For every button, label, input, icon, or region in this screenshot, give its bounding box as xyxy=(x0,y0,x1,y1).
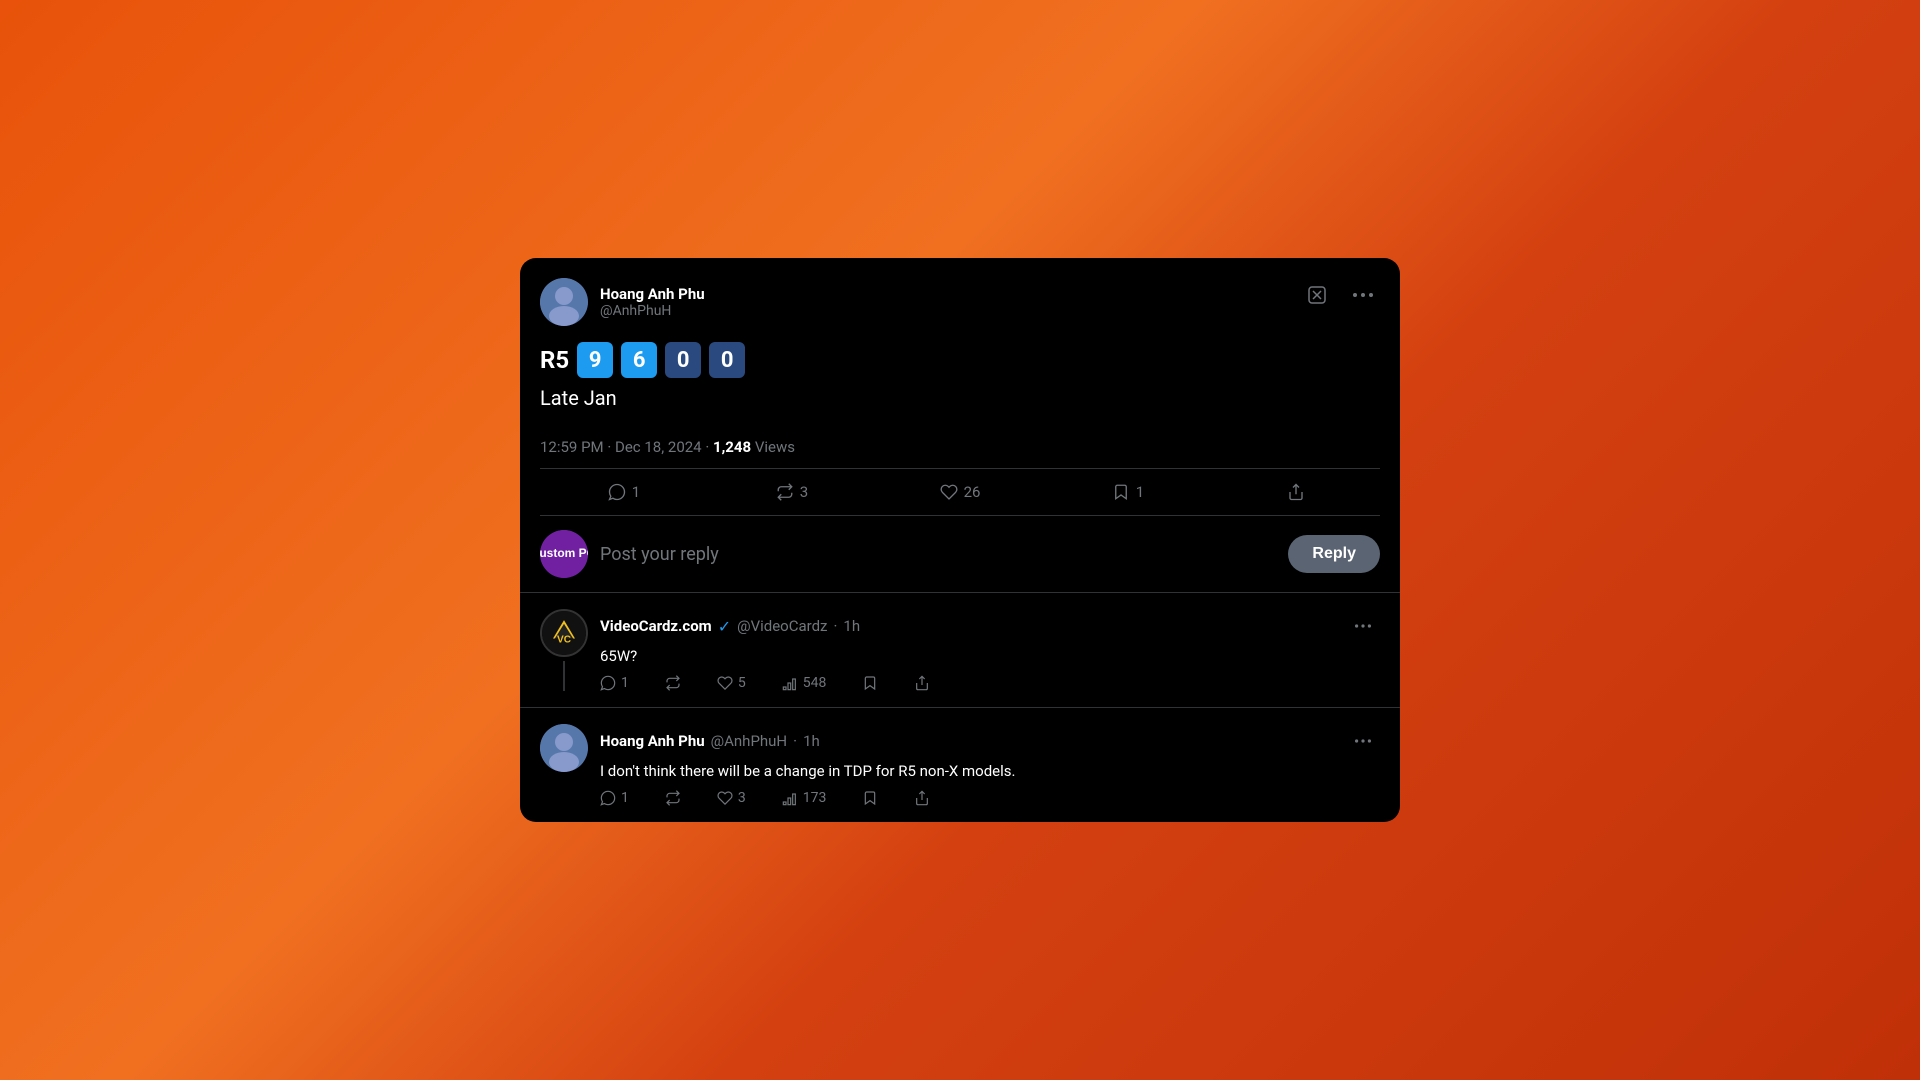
reply-box: custom PC Post your reply Reply xyxy=(520,516,1400,593)
hap-time: 1h xyxy=(803,732,820,750)
digit-0a: 0 xyxy=(665,342,701,378)
hap-more-btn[interactable] xyxy=(1346,724,1380,758)
tweet-card: Hoang Anh Phu @AnhPhuH xyxy=(520,258,1400,822)
bookmark-count: 1 xyxy=(1136,483,1144,501)
share-stat[interactable] xyxy=(1212,473,1380,511)
reply-author-info-vc: VideoCardz.com ✓ @VideoCardz · 1h xyxy=(600,617,860,636)
r5-label: R5 xyxy=(540,346,569,374)
digit-0b: 0 xyxy=(709,342,745,378)
tweet-content: R5 9 6 0 0 Late Jan xyxy=(540,342,1380,410)
reply-header-vc: VideoCardz.com ✓ @VideoCardz · 1h xyxy=(600,609,1380,643)
vc-more-btn[interactable] xyxy=(1346,609,1380,643)
hap-reply-stats: 1 3 xyxy=(600,790,1380,806)
videocardz-avatar: VC xyxy=(540,609,588,657)
main-tweet: Hoang Anh Phu @AnhPhuH xyxy=(520,258,1400,516)
hap-handle: @AnhPhuH xyxy=(711,732,788,750)
reply-input-placeholder[interactable]: Post your reply xyxy=(600,544,1276,565)
vc-time: 1h xyxy=(843,617,860,635)
vc-like-num: 5 xyxy=(738,675,746,691)
hap-author-name: Hoang Anh Phu xyxy=(600,732,705,750)
hap-share[interactable] xyxy=(914,790,930,806)
hap-like-num: 3 xyxy=(738,790,746,806)
dot-separator: · xyxy=(705,438,713,456)
reply-item-videocardz: VC VideoCardz.com ✓ @VideoCardz · 1h xyxy=(540,609,1380,707)
hap-dot: · xyxy=(793,732,797,750)
vc-retweet[interactable] xyxy=(665,675,681,691)
author-avatar xyxy=(540,278,588,326)
digit-6: 6 xyxy=(621,342,657,378)
thread-line xyxy=(563,661,565,691)
more-icon-btn[interactable] xyxy=(1346,278,1380,312)
hap-retweet[interactable] xyxy=(665,790,681,806)
reply-count: 1 xyxy=(632,483,640,501)
vc-handle: @VideoCardz xyxy=(737,617,827,635)
reply-stat[interactable]: 1 xyxy=(540,473,708,511)
vc-like[interactable]: 5 xyxy=(717,675,746,691)
reply-left-vc: VC xyxy=(540,609,588,691)
reply-body-vc: VideoCardz.com ✓ @VideoCardz · 1h xyxy=(600,609,1380,691)
vc-author-name: VideoCardz.com xyxy=(600,617,712,635)
retweet-count: 3 xyxy=(800,483,808,501)
bookmark-stat[interactable]: 1 xyxy=(1044,473,1212,511)
hap-like[interactable]: 3 xyxy=(717,790,746,806)
hap-views[interactable]: 173 xyxy=(782,790,827,806)
svg-text:VC: VC xyxy=(557,635,571,646)
vc-dot: · xyxy=(834,617,838,635)
timestamp: 12:59 PM · Dec 18, 2024 xyxy=(540,438,702,456)
tweet-actions-top xyxy=(1300,278,1380,312)
vc-bookmark[interactable] xyxy=(862,675,878,691)
svg-text:custom PC: custom PC xyxy=(540,546,588,560)
replies-thread: VC VideoCardz.com ✓ @VideoCardz · 1h xyxy=(520,593,1400,708)
reply-left-hap xyxy=(540,724,588,806)
hap-avatar xyxy=(540,724,588,772)
tweet-meta: 12:59 PM · Dec 18, 2024 · 1,248 Views xyxy=(540,426,1380,469)
digit-9: 9 xyxy=(577,342,613,378)
hap-bookmark[interactable] xyxy=(862,790,878,806)
vc-reply-count[interactable]: 1 xyxy=(600,675,629,691)
reply-header-hap: Hoang Anh Phu @AnhPhuH · 1h xyxy=(600,724,1380,758)
hap-reply-num: 1 xyxy=(621,790,629,806)
hap-reply-text: I don't think there will be a change in … xyxy=(600,762,1380,780)
reply-button[interactable]: Reply xyxy=(1288,535,1380,573)
hap-reply-count[interactable]: 1 xyxy=(600,790,629,806)
vc-share[interactable] xyxy=(914,675,930,691)
like-count: 26 xyxy=(964,483,981,501)
reply-user-avatar: custom PC xyxy=(540,530,588,578)
reply-inner-hap: Hoang Anh Phu @AnhPhuH · 1h I don't thin… xyxy=(540,724,1380,806)
author-info: Hoang Anh Phu @AnhPhuH xyxy=(600,285,705,319)
reply-item-hap: Hoang Anh Phu @AnhPhuH · 1h I don't thin… xyxy=(520,708,1400,822)
retweet-stat[interactable]: 3 xyxy=(708,473,876,511)
reply-author-info-hap: Hoang Anh Phu @AnhPhuH · 1h xyxy=(600,732,820,750)
tweet-text: Late Jan xyxy=(540,386,1380,410)
vc-reply-text: 65W? xyxy=(600,647,1380,665)
vc-views-num: 548 xyxy=(803,675,827,691)
r5-line: R5 9 6 0 0 xyxy=(540,342,1380,378)
views-count: 1,248 xyxy=(713,438,751,456)
like-stat[interactable]: 26 xyxy=(876,473,1044,511)
verified-badge-vc: ✓ xyxy=(718,617,731,636)
stats-row: 1 3 26 1 xyxy=(540,469,1380,516)
compose-icon-btn[interactable] xyxy=(1300,278,1334,312)
author-handle: @AnhPhuH xyxy=(600,303,705,319)
hap-views-num: 173 xyxy=(803,790,827,806)
vc-reply-stats: 1 5 xyxy=(600,675,1380,691)
vc-views[interactable]: 548 xyxy=(782,675,827,691)
vc-reply-num: 1 xyxy=(621,675,629,691)
reply-body-hap: Hoang Anh Phu @AnhPhuH · 1h I don't thin… xyxy=(600,724,1380,806)
tweet-header: Hoang Anh Phu @AnhPhuH xyxy=(540,278,1380,326)
views-word: Views xyxy=(755,438,795,456)
author-name: Hoang Anh Phu xyxy=(600,285,705,303)
tweet-author: Hoang Anh Phu @AnhPhuH xyxy=(540,278,705,326)
